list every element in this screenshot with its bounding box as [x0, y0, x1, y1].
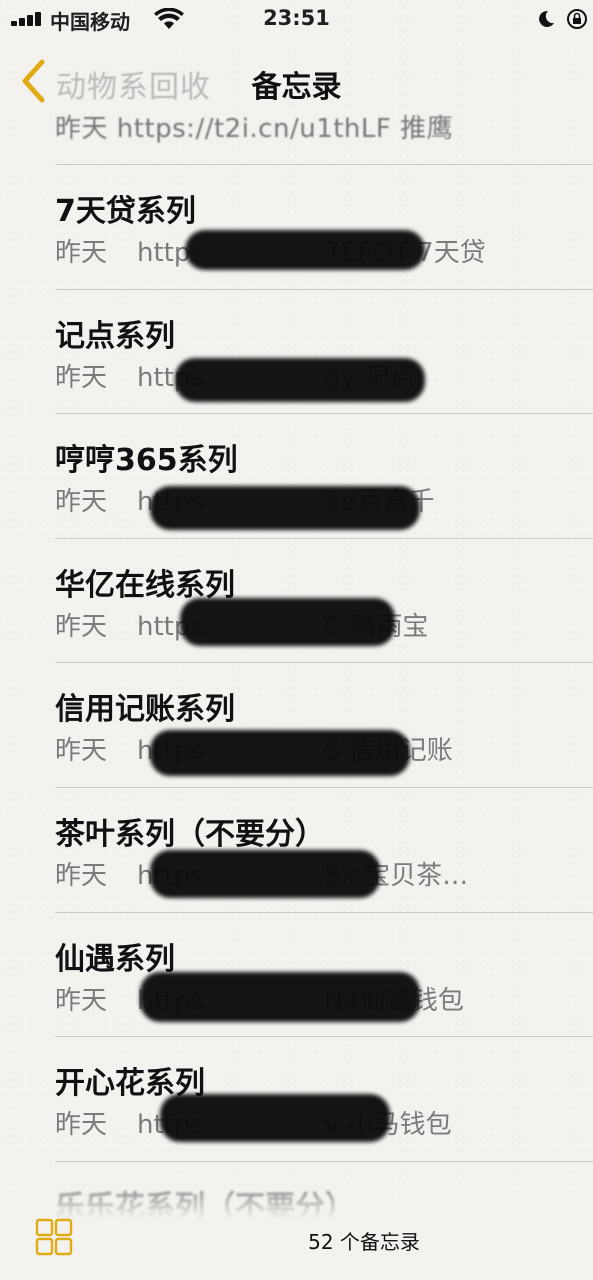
redaction-mark	[150, 730, 410, 776]
list-separator	[55, 1160, 593, 1162]
redaction-mark	[150, 486, 420, 530]
note-date: 昨天	[55, 362, 108, 393]
status-bar: 中国移动 23:51	[0, 0, 593, 40]
redaction-mark	[160, 1094, 390, 1142]
redaction-mark	[150, 850, 380, 898]
note-date: 昨天	[55, 238, 108, 268]
redaction-mark	[175, 358, 425, 402]
note-date: 昨天	[55, 736, 108, 767]
note-date: 昨天	[55, 861, 108, 891]
note-date: 昨天	[55, 1110, 108, 1141]
redaction-mark	[140, 972, 420, 1022]
clock: 23:51	[263, 6, 330, 30]
note-title: 仙遇系列	[55, 941, 175, 977]
note-date: 昨天	[55, 611, 108, 642]
bottom-toolbar: 52 个备忘录	[0, 1190, 593, 1280]
do-not-disturb-moon-icon	[539, 10, 554, 27]
redaction-mark	[185, 230, 425, 270]
note-title: 记点系列	[55, 318, 175, 354]
note-date: 昨天	[55, 487, 108, 518]
page-title: 备忘录	[251, 70, 342, 105]
navigation-bar: 动物系回收 备忘录	[0, 48, 593, 118]
note-title: 信用记账系列	[55, 692, 235, 728]
note-count: 52 个备忘录	[308, 1230, 420, 1254]
orientation-lock-icon	[567, 9, 587, 29]
note-title: 7天贷系列	[55, 194, 196, 229]
redaction-mark	[180, 598, 395, 646]
note-title: 哼哼365系列	[55, 443, 238, 479]
note-date: 昨天	[55, 985, 108, 1016]
note-title: 茶叶系列（不要分）	[55, 817, 325, 852]
